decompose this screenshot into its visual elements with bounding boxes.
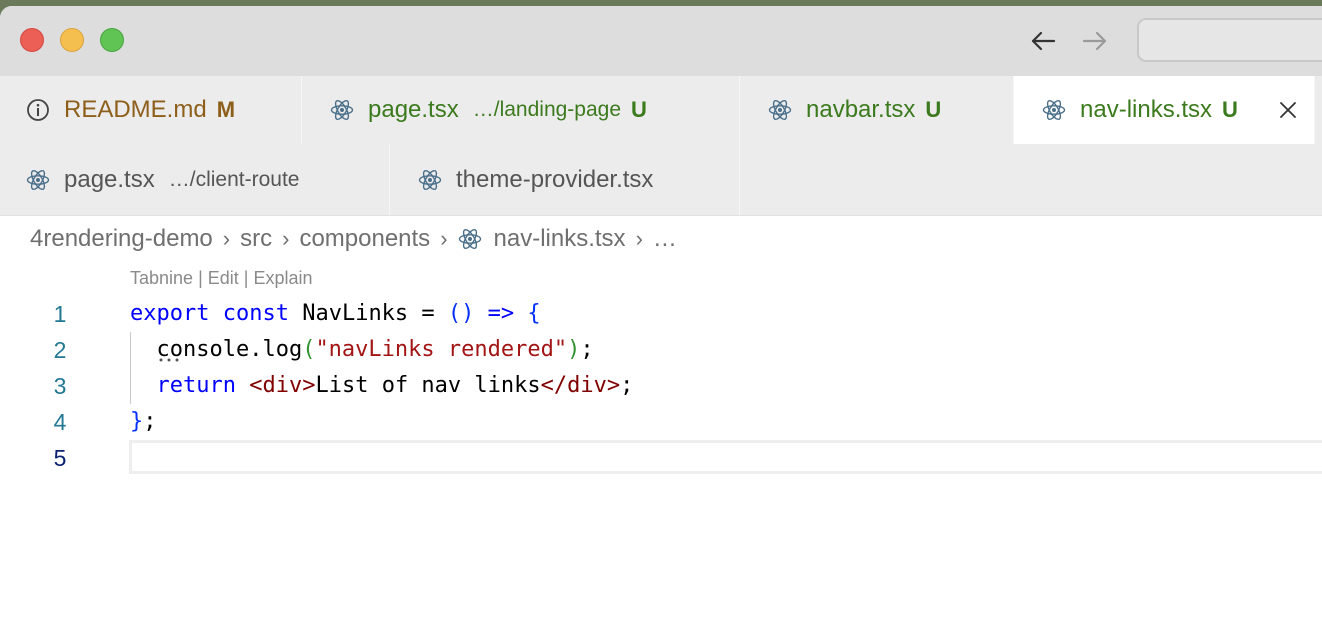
code-token: => xyxy=(487,301,515,326)
arrow-right-icon[interactable] xyxy=(1080,26,1110,56)
breadcrumb-item[interactable]: 4rendering-demo xyxy=(30,225,213,253)
code-line[interactable]: 5 xyxy=(0,440,1322,476)
code-line[interactable]: 2 console.log("navLinks rendered"); xyxy=(0,332,1322,368)
tab-directory: …/client-route xyxy=(168,167,300,191)
tab-client-route-page[interactable]: page.tsx …/client-route xyxy=(0,144,390,215)
tab-nav-links[interactable]: nav-links.tsx U xyxy=(1014,76,1315,144)
code-text: }; xyxy=(130,404,157,440)
git-status-badge: U xyxy=(925,97,942,122)
git-status-badge: M xyxy=(216,97,236,122)
codelens-separator: | xyxy=(193,268,208,288)
tab-navbar[interactable]: navbar.tsx U xyxy=(740,76,1014,144)
code-token: console.log xyxy=(130,337,303,362)
tab-landing-page[interactable]: page.tsx …/landing-page U xyxy=(302,76,740,144)
tabnine-codelens: Tabnine | Edit | Explain xyxy=(130,268,313,289)
code-token: ) xyxy=(567,337,581,362)
breadcrumb-item[interactable]: … xyxy=(653,225,677,253)
chevron-right-icon: › xyxy=(440,226,448,251)
tab-label: page.tsx xyxy=(64,165,155,193)
tab-directory: …/landing-page xyxy=(472,98,622,121)
tab-readme[interactable]: README.md M xyxy=(0,76,302,144)
close-window-button[interactable] xyxy=(20,28,44,52)
code-token: ; xyxy=(620,373,634,398)
code-line[interactable]: 4}; xyxy=(0,404,1322,440)
arrow-left-icon[interactable] xyxy=(1028,26,1058,56)
breadcrumb-item[interactable]: nav-links.tsx xyxy=(494,225,626,253)
tab-theme-provider[interactable]: theme-provider.tsx xyxy=(390,144,740,215)
code-token: <div> xyxy=(249,373,316,398)
git-status-badge: U xyxy=(1222,97,1238,122)
title-bar xyxy=(0,6,1322,76)
code-line[interactable]: 3 return <div>List of nav links</div>; xyxy=(0,368,1322,404)
info-icon xyxy=(27,99,49,121)
code-token: </div> xyxy=(540,373,621,398)
line-number: 3 xyxy=(53,373,67,399)
tab-label: theme-provider.tsx xyxy=(456,165,654,193)
line-number: 1 xyxy=(53,301,67,327)
code-token: return xyxy=(156,373,236,398)
code-token: const xyxy=(222,301,289,326)
code-line[interactable]: 1 export const NavLinks = () => { xyxy=(0,296,1322,332)
code-text: export const NavLinks = () => { xyxy=(130,296,541,332)
maximize-window-button[interactable] xyxy=(100,28,124,52)
code-text: return <div>List of nav links</div>; xyxy=(130,368,634,404)
code-token: } xyxy=(130,409,144,434)
code-token: NavLinks = xyxy=(288,301,448,326)
codelens-edit[interactable]: Edit xyxy=(208,268,239,288)
codelens-separator: | xyxy=(238,268,254,288)
code-token: ; xyxy=(580,337,594,362)
chevron-right-icon: › xyxy=(222,226,231,251)
breadcrumb: 4rendering-demo › src › components › nav… xyxy=(30,222,677,256)
react-icon xyxy=(1042,99,1066,121)
minimize-window-button[interactable] xyxy=(60,28,84,52)
code-token: ; xyxy=(143,409,157,434)
code-token: { xyxy=(527,301,541,326)
react-icon xyxy=(418,169,442,190)
breadcrumb-item[interactable]: src xyxy=(240,225,272,253)
editor-tabs-row-1: README.md M page.tsx …/landing-page U na… xyxy=(0,76,1322,144)
codelens-tabnine[interactable]: Tabnine xyxy=(130,268,193,288)
editor-tabs-row-2: page.tsx …/client-route theme-provider.t… xyxy=(0,144,1322,216)
code-token: export xyxy=(130,301,210,326)
tab-label: navbar.tsx xyxy=(806,96,916,123)
code-token: "navLinks rendered" xyxy=(315,337,568,362)
chevron-right-icon: › xyxy=(282,226,290,251)
code-text: console.log("navLinks rendered"); xyxy=(130,332,594,368)
react-icon xyxy=(26,169,50,190)
breadcrumb-item[interactable]: components xyxy=(299,225,430,253)
close-icon[interactable] xyxy=(1278,100,1298,120)
chevron-right-icon: › xyxy=(635,226,643,251)
line-number: 2 xyxy=(53,337,67,363)
line-number: 4 xyxy=(53,409,67,435)
line-number: 5 xyxy=(53,445,67,471)
code-token: () xyxy=(447,301,475,326)
git-status-badge: U xyxy=(631,97,647,122)
react-icon xyxy=(768,99,792,121)
command-center-search[interactable] xyxy=(1137,18,1322,62)
react-icon xyxy=(458,228,481,250)
tab-label: README.md xyxy=(64,96,207,123)
tab-label: nav-links.tsx xyxy=(1080,96,1213,123)
editor-window: README.md M page.tsx …/landing-page U na… xyxy=(0,6,1322,630)
tab-label: page.tsx xyxy=(368,96,459,123)
code-token: ( xyxy=(302,337,316,362)
codelens-explain[interactable]: Explain xyxy=(253,268,312,288)
react-icon xyxy=(330,99,354,121)
code-token: List of nav links xyxy=(315,373,541,398)
